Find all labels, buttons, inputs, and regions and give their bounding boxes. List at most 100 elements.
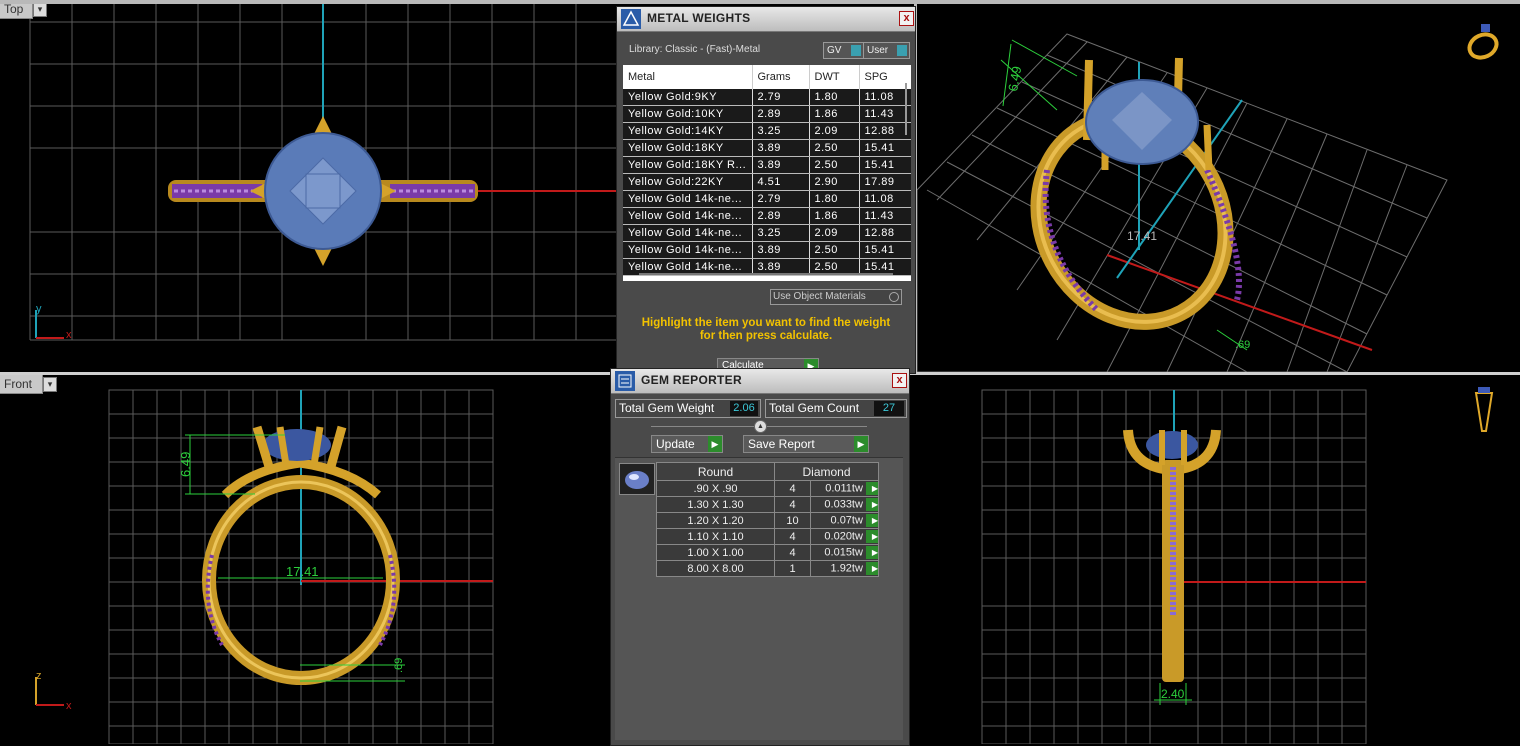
- gem-row-arrow-icon[interactable]: ▶: [866, 530, 878, 543]
- save-report-arrow-icon: ▶: [854, 436, 868, 452]
- round-gem-icon[interactable]: [619, 463, 655, 495]
- save-report-label: Save Report: [748, 437, 815, 451]
- viewport-perspective[interactable]: 6.49 17.41 .69: [917, 0, 1520, 372]
- metal-weights-panel: METAL WEIGHTS x Library: Classic - (Fast…: [616, 6, 916, 374]
- metal-table-hscrollbar[interactable]: [639, 273, 893, 275]
- gem-row-arrow-icon[interactable]: ▶: [866, 514, 878, 527]
- col-grams[interactable]: Grams: [752, 65, 810, 89]
- metal-table-vscrollbar[interactable]: [905, 83, 907, 135]
- cell-metal: Yellow Gold:22KY: [623, 173, 753, 191]
- update-button[interactable]: Update ▶: [651, 435, 723, 453]
- cell-dwt: 1.86: [809, 207, 860, 225]
- gem-row-arrow-icon[interactable]: ▶: [866, 482, 878, 495]
- metal-table-header: Metal Grams DWT SPG: [623, 65, 911, 89]
- gem-row[interactable]: 1.00 X 1.00 4 0.015tw ▶: [656, 544, 879, 561]
- cell-metal: Yellow Gold 14k-ne...: [623, 207, 753, 225]
- cell-grams: 3.89: [752, 139, 810, 157]
- ring-view-icon[interactable]: [1465, 20, 1505, 64]
- splitter-handle-icon[interactable]: ▲: [754, 420, 767, 433]
- gem-row-arrow-icon[interactable]: ▶: [866, 546, 878, 559]
- cell-spg: 15.41: [859, 241, 911, 259]
- gem-weight: 0.015tw: [824, 546, 863, 559]
- cell-dwt: 2.09: [809, 224, 860, 242]
- cell-metal: Yellow Gold 14k-ne...: [623, 224, 753, 242]
- user-toggle-label: User: [867, 45, 889, 56]
- gem-weight: 1.92tw: [830, 562, 863, 575]
- top-edge-strip: [0, 0, 1520, 4]
- viewport-front[interactable]: 6.49 17.41 .69 z x Front ▾: [0, 375, 610, 744]
- update-label: Update: [656, 437, 695, 451]
- gem-reporter-titlebar[interactable]: GEM REPORTER x: [611, 369, 909, 394]
- gem-table: Round Diamond .90 X .90 4 0.011tw ▶ 1.30 X…: [656, 462, 879, 577]
- front-dim-band: .69: [393, 658, 405, 673]
- gem-row-arrow-icon[interactable]: ▶: [866, 498, 878, 511]
- metal-table: Metal Grams DWT SPG Yellow Gold:9KY 2.79 1…: [623, 65, 911, 276]
- metal-weights-title: METAL WEIGHTS: [647, 11, 751, 25]
- gem-size: 8.00 X 8.00: [656, 560, 775, 577]
- gem-weight-cell: 0.020tw ▶: [810, 528, 879, 545]
- table-row[interactable]: Yellow Gold 14k-ne... 2.89 1.86 11.43: [623, 207, 911, 225]
- table-row[interactable]: Yellow Gold:9KY 2.79 1.80 11.08: [623, 89, 911, 106]
- table-row[interactable]: Yellow Gold:14KY 3.25 2.09 12.88: [623, 122, 911, 140]
- col-spg[interactable]: SPG: [859, 65, 911, 89]
- metal-weights-close-button[interactable]: x: [899, 11, 914, 26]
- metal-weights-titlebar[interactable]: METAL WEIGHTS x: [617, 7, 915, 32]
- table-row[interactable]: Yellow Gold 14k-ne... 3.25 2.09 12.88: [623, 224, 911, 242]
- viewport-right[interactable]: 2.40: [910, 375, 1520, 744]
- axis-x-label-front: x: [66, 700, 72, 712]
- gv-toggle-label: GV: [827, 45, 842, 56]
- gem-table-header: Round Diamond: [656, 462, 879, 481]
- gem-weight-cell: 0.015tw ▶: [810, 544, 879, 561]
- viewport-front-label[interactable]: Front: [0, 375, 43, 394]
- scale-icon: [621, 9, 641, 29]
- total-gem-count-value: 27: [874, 401, 904, 416]
- use-object-materials-indicator: [889, 292, 899, 302]
- viewport-top-dropdown[interactable]: ▾: [33, 2, 47, 17]
- table-row[interactable]: Yellow Gold 14k-ne... 2.79 1.80 11.08: [623, 190, 911, 208]
- col-metal[interactable]: Metal: [623, 65, 753, 89]
- cell-dwt: 2.50: [809, 156, 860, 174]
- gem-row[interactable]: 1.10 X 1.10 4 0.020tw ▶: [656, 528, 879, 545]
- use-object-materials-toggle[interactable]: Use Object Materials: [770, 289, 902, 305]
- side-view-icon[interactable]: [1472, 385, 1496, 439]
- viewport-front-dropdown[interactable]: ▾: [43, 377, 57, 392]
- cell-metal: Yellow Gold:10KY: [623, 105, 753, 123]
- gem-count: 4: [774, 480, 811, 497]
- gem-report-icon: [615, 371, 635, 391]
- gem-weight-cell: 1.92tw ▶: [810, 560, 879, 577]
- user-toggle[interactable]: User: [863, 42, 910, 59]
- save-report-button[interactable]: Save Report ▶: [743, 435, 869, 453]
- cell-grams: 3.25: [752, 224, 810, 242]
- viewport-top[interactable]: y x Top ▾: [0, 0, 616, 372]
- gem-row[interactable]: 1.20 X 1.20 10 0.07tw ▶: [656, 512, 879, 529]
- table-row[interactable]: Yellow Gold:10KY 2.89 1.86 11.43: [623, 105, 911, 123]
- gem-count: 4: [774, 496, 811, 513]
- gem-weight-cell: 0.07tw ▶: [810, 512, 879, 529]
- user-toggle-indicator: [897, 45, 907, 56]
- gem-reporter-close-button[interactable]: x: [892, 373, 907, 388]
- table-row[interactable]: Yellow Gold 14k-ne... 3.89 2.50 15.41: [623, 241, 911, 259]
- cell-spg: 11.08: [859, 89, 911, 106]
- cell-grams: 3.89: [752, 156, 810, 174]
- update-arrow-icon: ▶: [708, 436, 722, 452]
- gem-row-arrow-icon[interactable]: ▶: [866, 562, 878, 575]
- gem-weight: 0.033tw: [824, 498, 863, 511]
- gem-row[interactable]: 1.30 X 1.30 4 0.033tw ▶: [656, 496, 879, 513]
- persp-dim-height: 6.49: [1005, 65, 1024, 93]
- front-dim-width: 17.41: [286, 564, 319, 579]
- front-dim-height: 6.49: [178, 452, 193, 477]
- table-row[interactable]: Yellow Gold:22KY 4.51 2.90 17.89: [623, 173, 911, 191]
- cell-metal: Yellow Gold:18KY R...: [623, 156, 753, 174]
- gem-weight-cell: 0.011tw ▶: [810, 480, 879, 497]
- gem-row[interactable]: .90 X .90 4 0.011tw ▶: [656, 480, 879, 497]
- cell-spg: 11.43: [859, 105, 911, 123]
- gem-weight: 0.07tw: [830, 514, 863, 527]
- gv-toggle[interactable]: GV: [823, 42, 864, 59]
- gem-row[interactable]: 8.00 X 8.00 1 1.92tw ▶: [656, 560, 879, 577]
- table-row[interactable]: Yellow Gold:18KY R... 3.89 2.50 15.41: [623, 156, 911, 174]
- metal-table-container[interactable]: Metal Grams DWT SPG Yellow Gold:9KY 2.79 1…: [623, 65, 911, 281]
- cell-spg: 15.41: [859, 139, 911, 157]
- col-dwt[interactable]: DWT: [809, 65, 860, 89]
- cell-grams: 2.89: [752, 207, 810, 225]
- table-row[interactable]: Yellow Gold:18KY 3.89 2.50 15.41: [623, 139, 911, 157]
